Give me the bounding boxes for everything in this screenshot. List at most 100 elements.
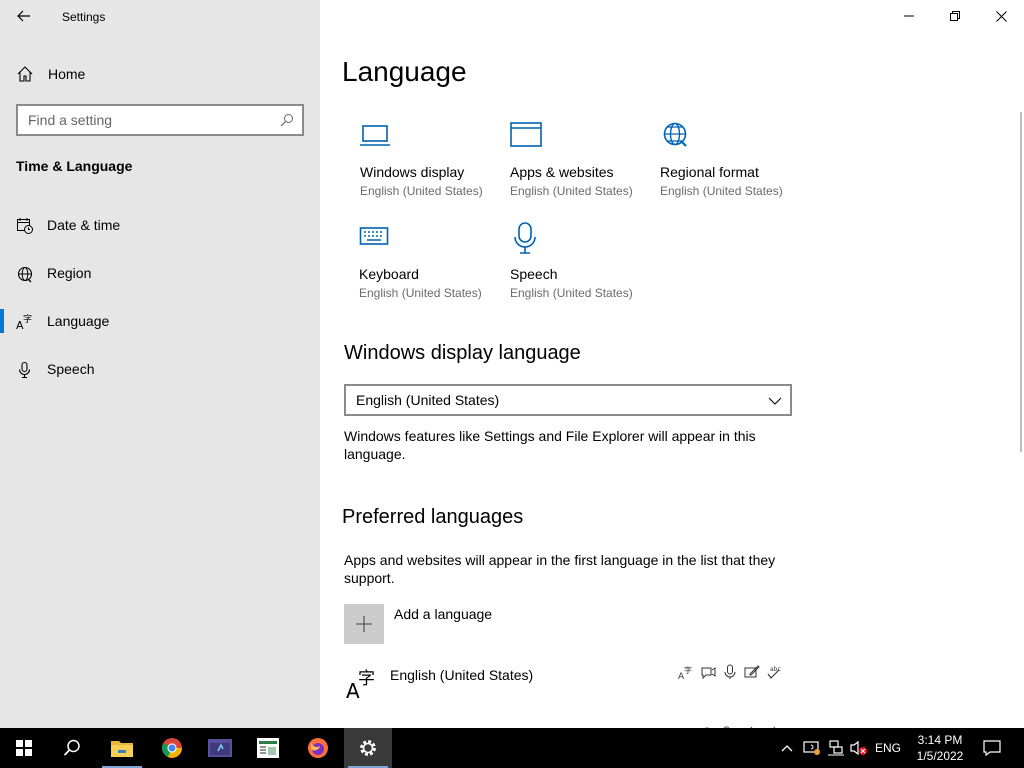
active-indicator [0, 309, 4, 333]
tile-label: Keyboard [359, 266, 419, 282]
nav-home-label: Home [48, 66, 86, 82]
tile-sublabel: English (United States) [510, 184, 633, 198]
taskbar-file-explorer[interactable] [98, 728, 146, 768]
page-title: Language [342, 56, 467, 87]
main-content: Language Windows display English (United… [320, 0, 1024, 728]
language-glyph-icon: A字 [346, 669, 375, 700]
preferred-language-item[interactable]: A字 English (United States) A字 abc [344, 664, 794, 704]
taskbar-firefox[interactable] [294, 728, 342, 768]
tile-sublabel: English (United States) [510, 286, 633, 300]
minimize-button[interactable] [886, 0, 932, 32]
nav-item-language[interactable]: A字 Language [0, 301, 320, 341]
back-button[interactable] [10, 4, 38, 28]
taskbar-notes-app[interactable] [244, 728, 292, 768]
device-sync-icon [803, 741, 820, 755]
minimize-icon [904, 15, 914, 17]
nav-item-speech[interactable]: Speech [0, 349, 320, 389]
nav-item-date-time[interactable]: Date & time [0, 205, 320, 245]
tile-label: Windows display [360, 164, 465, 180]
navigation-pane: Settings Home Time & Language Date & tim… [0, 0, 320, 728]
clock-time: 3:14 PM [917, 733, 963, 747]
app-window-icon [208, 739, 232, 757]
app-title: Settings [62, 10, 106, 24]
nav-item-label: Language [47, 313, 110, 329]
tile-sublabel: English (United States) [359, 286, 482, 300]
firefox-icon [308, 738, 328, 758]
start-button[interactable] [0, 728, 48, 768]
back-arrow-icon [17, 10, 30, 22]
scrollbar[interactable] [1020, 112, 1022, 452]
tray-device-icon[interactable] [800, 728, 824, 768]
action-center-button[interactable] [978, 728, 1006, 768]
preferred-languages-heading: Preferred languages [342, 506, 524, 528]
notes-app-icon [257, 738, 279, 758]
search-input[interactable] [18, 106, 268, 134]
microphone-icon [18, 361, 31, 379]
restore-button[interactable] [932, 0, 978, 32]
svg-text:字: 字 [358, 669, 375, 689]
tray-volume-icon[interactable] [848, 728, 870, 768]
tile-label: Regional format [660, 164, 759, 180]
nav-home[interactable]: Home [0, 58, 320, 88]
taskbar-chrome[interactable] [148, 728, 196, 768]
close-button[interactable] [978, 0, 1024, 32]
tile-apps-websites[interactable]: Apps & websites English (United States) [510, 120, 660, 210]
gear-icon [360, 740, 376, 756]
dropdown-value: English (United States) [356, 392, 500, 408]
svg-text:abc: abc [770, 666, 781, 673]
tile-label: Apps & websites [510, 164, 614, 180]
nav-item-label: Region [47, 265, 92, 281]
tile-keyboard[interactable]: Keyboard English (United States) [359, 222, 509, 312]
nav-item-label: Speech [47, 361, 95, 377]
browser-window-icon [510, 122, 542, 147]
nav-item-region[interactable]: Region [0, 253, 320, 293]
text-to-speech-feature-icon [701, 667, 716, 680]
tile-label: Speech [510, 266, 558, 282]
taskbar: ENG 3:14 PM 1/5/2022 [0, 728, 1024, 768]
speech-feature-icon [724, 664, 736, 679]
keyboard-icon [359, 227, 389, 245]
microphone-icon [514, 222, 536, 254]
monitor-icon [360, 125, 390, 146]
network-icon [828, 740, 844, 756]
plus-icon [344, 604, 384, 644]
spelling-feature-icon: abc [767, 666, 781, 679]
input-language-indicator[interactable]: ENG [872, 728, 904, 768]
search-box[interactable] [16, 104, 304, 136]
svg-text:字: 字 [23, 313, 32, 325]
taskbar-settings[interactable] [344, 728, 392, 768]
tile-windows-display[interactable]: Windows display English (United States) [360, 120, 510, 210]
chevron-down-icon [768, 397, 782, 405]
language-name: English (United States) [390, 667, 534, 683]
tile-sublabel: English (United States) [660, 184, 783, 198]
display-language-description: Windows features like Settings and File … [344, 428, 756, 462]
svg-text:字: 字 [684, 665, 692, 675]
show-hidden-icons-button[interactable] [778, 728, 796, 768]
display-language-dropdown[interactable]: English (United States) [344, 384, 792, 416]
display-language-feature-icon: A字 [678, 665, 692, 680]
globe-format-icon [663, 122, 687, 147]
search-icon [63, 739, 80, 756]
tray-network-icon[interactable] [825, 728, 847, 768]
tile-speech[interactable]: Speech English (United States) [510, 222, 660, 312]
handwriting-feature-icon [744, 665, 760, 678]
next-language-feature-icons [700, 720, 790, 728]
restore-icon [950, 11, 960, 21]
search-button[interactable] [48, 728, 96, 768]
close-icon [995, 10, 1007, 22]
tile-sublabel: English (United States) [360, 184, 483, 198]
section-title: Time & Language [16, 158, 133, 174]
windows-logo-icon [16, 740, 32, 756]
language-icon: A字 [16, 313, 32, 331]
taskbar-app-window[interactable] [196, 728, 244, 768]
search-icon [280, 114, 293, 127]
volume-muted-icon [850, 740, 867, 756]
home-icon [17, 66, 33, 82]
clock-date: 1/5/2022 [916, 749, 964, 763]
chevron-up-icon [781, 745, 793, 752]
tile-regional-format[interactable]: Regional format English (United States) [660, 120, 810, 210]
notification-icon [983, 740, 1001, 756]
display-language-heading: Windows display language [344, 342, 581, 364]
folder-icon [111, 741, 133, 757]
taskbar-clock[interactable]: 3:14 PM 1/5/2022 [910, 732, 970, 764]
